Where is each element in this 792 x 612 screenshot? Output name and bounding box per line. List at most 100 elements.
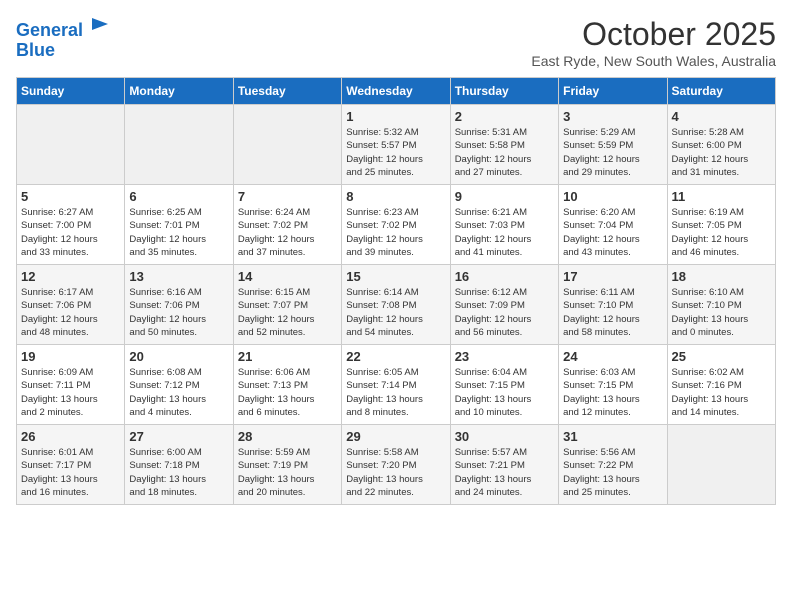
- day-info: Sunrise: 6:25 AM Sunset: 7:01 PM Dayligh…: [129, 206, 228, 259]
- calendar-cell: 18 Sunrise: 6:10 AM Sunset: 7:10 PM Dayli…: [667, 265, 775, 345]
- day-info: Sunrise: 6:27 AM Sunset: 7:00 PM Dayligh…: [21, 206, 120, 259]
- day-info: Sunrise: 6:01 AM Sunset: 7:17 PM Dayligh…: [21, 446, 120, 499]
- day-info: Sunrise: 6:21 AM Sunset: 7:03 PM Dayligh…: [455, 206, 554, 259]
- day-info: Sunrise: 6:08 AM Sunset: 7:12 PM Dayligh…: [129, 366, 228, 419]
- calendar-cell: 7 Sunrise: 6:24 AM Sunset: 7:02 PM Daylig…: [233, 185, 341, 265]
- day-number: 25: [672, 349, 771, 364]
- day-info: Sunrise: 6:11 AM Sunset: 7:10 PM Dayligh…: [563, 286, 662, 339]
- day-info: Sunrise: 6:20 AM Sunset: 7:04 PM Dayligh…: [563, 206, 662, 259]
- calendar-cell: 23Sunrise: 6:04 AM Sunset: 7:15 PM Dayli…: [450, 345, 558, 425]
- day-info: Sunrise: 6:02 AM Sunset: 7:16 PM Dayligh…: [672, 366, 771, 419]
- calendar-cell: [667, 425, 775, 505]
- day-number: 5: [21, 189, 120, 204]
- day-number: 31: [563, 429, 662, 444]
- day-number: 3: [563, 109, 662, 124]
- calendar-cell: 16 Sunrise: 6:12 AM Sunset: 7:09 PM Dayli…: [450, 265, 558, 345]
- day-number: 9: [455, 189, 554, 204]
- day-number: 17: [563, 269, 662, 284]
- calendar-cell: 13 Sunrise: 6:16 AM Sunset: 7:06 PM Dayli…: [125, 265, 233, 345]
- weekday-header-row: SundayMondayTuesdayWednesdayThursdayFrid…: [17, 78, 776, 105]
- day-number: 12: [21, 269, 120, 284]
- calendar-cell: 29 Sunrise: 5:58 AM Sunset: 7:20 PM Dayli…: [342, 425, 450, 505]
- day-number: 4: [672, 109, 771, 124]
- day-info: Sunrise: 5:31 AM Sunset: 5:58 PM Dayligh…: [455, 126, 554, 179]
- weekday-header-wednesday: Wednesday: [342, 78, 450, 105]
- day-info: Sunrise: 6:04 AM Sunset: 7:15 PM Dayligh…: [455, 366, 554, 419]
- day-number: 30: [455, 429, 554, 444]
- weekday-header-sunday: Sunday: [17, 78, 125, 105]
- calendar-cell: 9 Sunrise: 6:21 AM Sunset: 7:03 PM Daylig…: [450, 185, 558, 265]
- calendar-cell: 8 Sunrise: 6:23 AM Sunset: 7:02 PM Daylig…: [342, 185, 450, 265]
- day-info: Sunrise: 6:05 AM Sunset: 7:14 PM Dayligh…: [346, 366, 445, 419]
- day-number: 20: [129, 349, 228, 364]
- location-subtitle: East Ryde, New South Wales, Australia: [531, 53, 776, 69]
- day-number: 27: [129, 429, 228, 444]
- calendar-cell: 21 Sunrise: 6:06 AM Sunset: 7:13 PM Dayli…: [233, 345, 341, 425]
- calendar-cell: 27 Sunrise: 6:00 AM Sunset: 7:18 PM Dayli…: [125, 425, 233, 505]
- weekday-header-monday: Monday: [125, 78, 233, 105]
- day-number: 10: [563, 189, 662, 204]
- weekday-header-saturday: Saturday: [667, 78, 775, 105]
- day-info: Sunrise: 6:00 AM Sunset: 7:18 PM Dayligh…: [129, 446, 228, 499]
- day-number: 15: [346, 269, 445, 284]
- day-info: Sunrise: 5:28 AM Sunset: 6:00 PM Dayligh…: [672, 126, 771, 179]
- day-info: Sunrise: 6:03 AM Sunset: 7:15 PM Dayligh…: [563, 366, 662, 419]
- calendar-cell: [233, 105, 341, 185]
- week-row-3: 12 Sunrise: 6:17 AM Sunset: 7:06 PM Dayli…: [17, 265, 776, 345]
- day-number: 26: [21, 429, 120, 444]
- day-info: Sunrise: 5:58 AM Sunset: 7:20 PM Dayligh…: [346, 446, 445, 499]
- day-number: 13: [129, 269, 228, 284]
- weekday-header-tuesday: Tuesday: [233, 78, 341, 105]
- day-number: 2: [455, 109, 554, 124]
- day-number: 16: [455, 269, 554, 284]
- day-number: 11: [672, 189, 771, 204]
- calendar-cell: 4 Sunrise: 5:28 AM Sunset: 6:00 PM Daylig…: [667, 105, 775, 185]
- calendar-cell: 31 Sunrise: 5:56 AM Sunset: 7:22 PM Dayli…: [559, 425, 667, 505]
- calendar-cell: 2 Sunrise: 5:31 AM Sunset: 5:58 PM Daylig…: [450, 105, 558, 185]
- calendar-cell: 3 Sunrise: 5:29 AM Sunset: 5:59 PM Daylig…: [559, 105, 667, 185]
- logo-blue: Blue: [16, 40, 55, 60]
- day-number: 22: [346, 349, 445, 364]
- day-info: Sunrise: 6:24 AM Sunset: 7:02 PM Dayligh…: [238, 206, 337, 259]
- calendar-cell: 19 Sunrise: 6:09 AM Sunset: 7:11 PM Dayli…: [17, 345, 125, 425]
- day-info: Sunrise: 6:17 AM Sunset: 7:06 PM Dayligh…: [21, 286, 120, 339]
- calendar-cell: 1Sunrise: 5:32 AM Sunset: 5:57 PM Daylig…: [342, 105, 450, 185]
- day-number: 21: [238, 349, 337, 364]
- day-info: Sunrise: 6:06 AM Sunset: 7:13 PM Dayligh…: [238, 366, 337, 419]
- day-number: 19: [21, 349, 120, 364]
- title-block: October 2025 East Ryde, New South Wales,…: [531, 16, 776, 69]
- logo-general: General: [16, 20, 83, 40]
- day-number: 8: [346, 189, 445, 204]
- calendar-cell: 17 Sunrise: 6:11 AM Sunset: 7:10 PM Dayli…: [559, 265, 667, 345]
- day-info: Sunrise: 6:23 AM Sunset: 7:02 PM Dayligh…: [346, 206, 445, 259]
- calendar-cell: 11 Sunrise: 6:19 AM Sunset: 7:05 PM Dayli…: [667, 185, 775, 265]
- day-number: 1: [346, 109, 445, 124]
- calendar-cell: 5 Sunrise: 6:27 AM Sunset: 7:00 PM Daylig…: [17, 185, 125, 265]
- logo-flag-icon: [90, 16, 110, 36]
- day-info: Sunrise: 6:09 AM Sunset: 7:11 PM Dayligh…: [21, 366, 120, 419]
- week-row-5: 26 Sunrise: 6:01 AM Sunset: 7:17 PM Dayli…: [17, 425, 776, 505]
- day-info: Sunrise: 6:15 AM Sunset: 7:07 PM Dayligh…: [238, 286, 337, 339]
- day-info: Sunrise: 6:10 AM Sunset: 7:10 PM Dayligh…: [672, 286, 771, 339]
- weekday-header-friday: Friday: [559, 78, 667, 105]
- day-number: 29: [346, 429, 445, 444]
- day-number: 7: [238, 189, 337, 204]
- day-info: Sunrise: 5:29 AM Sunset: 5:59 PM Dayligh…: [563, 126, 662, 179]
- calendar-cell: 15 Sunrise: 6:14 AM Sunset: 7:08 PM Dayli…: [342, 265, 450, 345]
- calendar-cell: 28Sunrise: 5:59 AM Sunset: 7:19 PM Dayli…: [233, 425, 341, 505]
- week-row-2: 5 Sunrise: 6:27 AM Sunset: 7:00 PM Daylig…: [17, 185, 776, 265]
- calendar-cell: 25 Sunrise: 6:02 AM Sunset: 7:16 PM Dayli…: [667, 345, 775, 425]
- calendar-cell: 22 Sunrise: 6:05 AM Sunset: 7:14 PM Dayli…: [342, 345, 450, 425]
- day-info: Sunrise: 6:12 AM Sunset: 7:09 PM Dayligh…: [455, 286, 554, 339]
- day-number: 14: [238, 269, 337, 284]
- day-info: Sunrise: 6:16 AM Sunset: 7:06 PM Dayligh…: [129, 286, 228, 339]
- day-number: 18: [672, 269, 771, 284]
- calendar-cell: 6 Sunrise: 6:25 AM Sunset: 7:01 PM Daylig…: [125, 185, 233, 265]
- page-header: General Blue October 2025 East Ryde, New…: [16, 16, 776, 69]
- day-info: Sunrise: 5:56 AM Sunset: 7:22 PM Dayligh…: [563, 446, 662, 499]
- day-info: Sunrise: 6:14 AM Sunset: 7:08 PM Dayligh…: [346, 286, 445, 339]
- day-number: 28: [238, 429, 337, 444]
- weekday-header-thursday: Thursday: [450, 78, 558, 105]
- day-info: Sunrise: 6:19 AM Sunset: 7:05 PM Dayligh…: [672, 206, 771, 259]
- day-number: 6: [129, 189, 228, 204]
